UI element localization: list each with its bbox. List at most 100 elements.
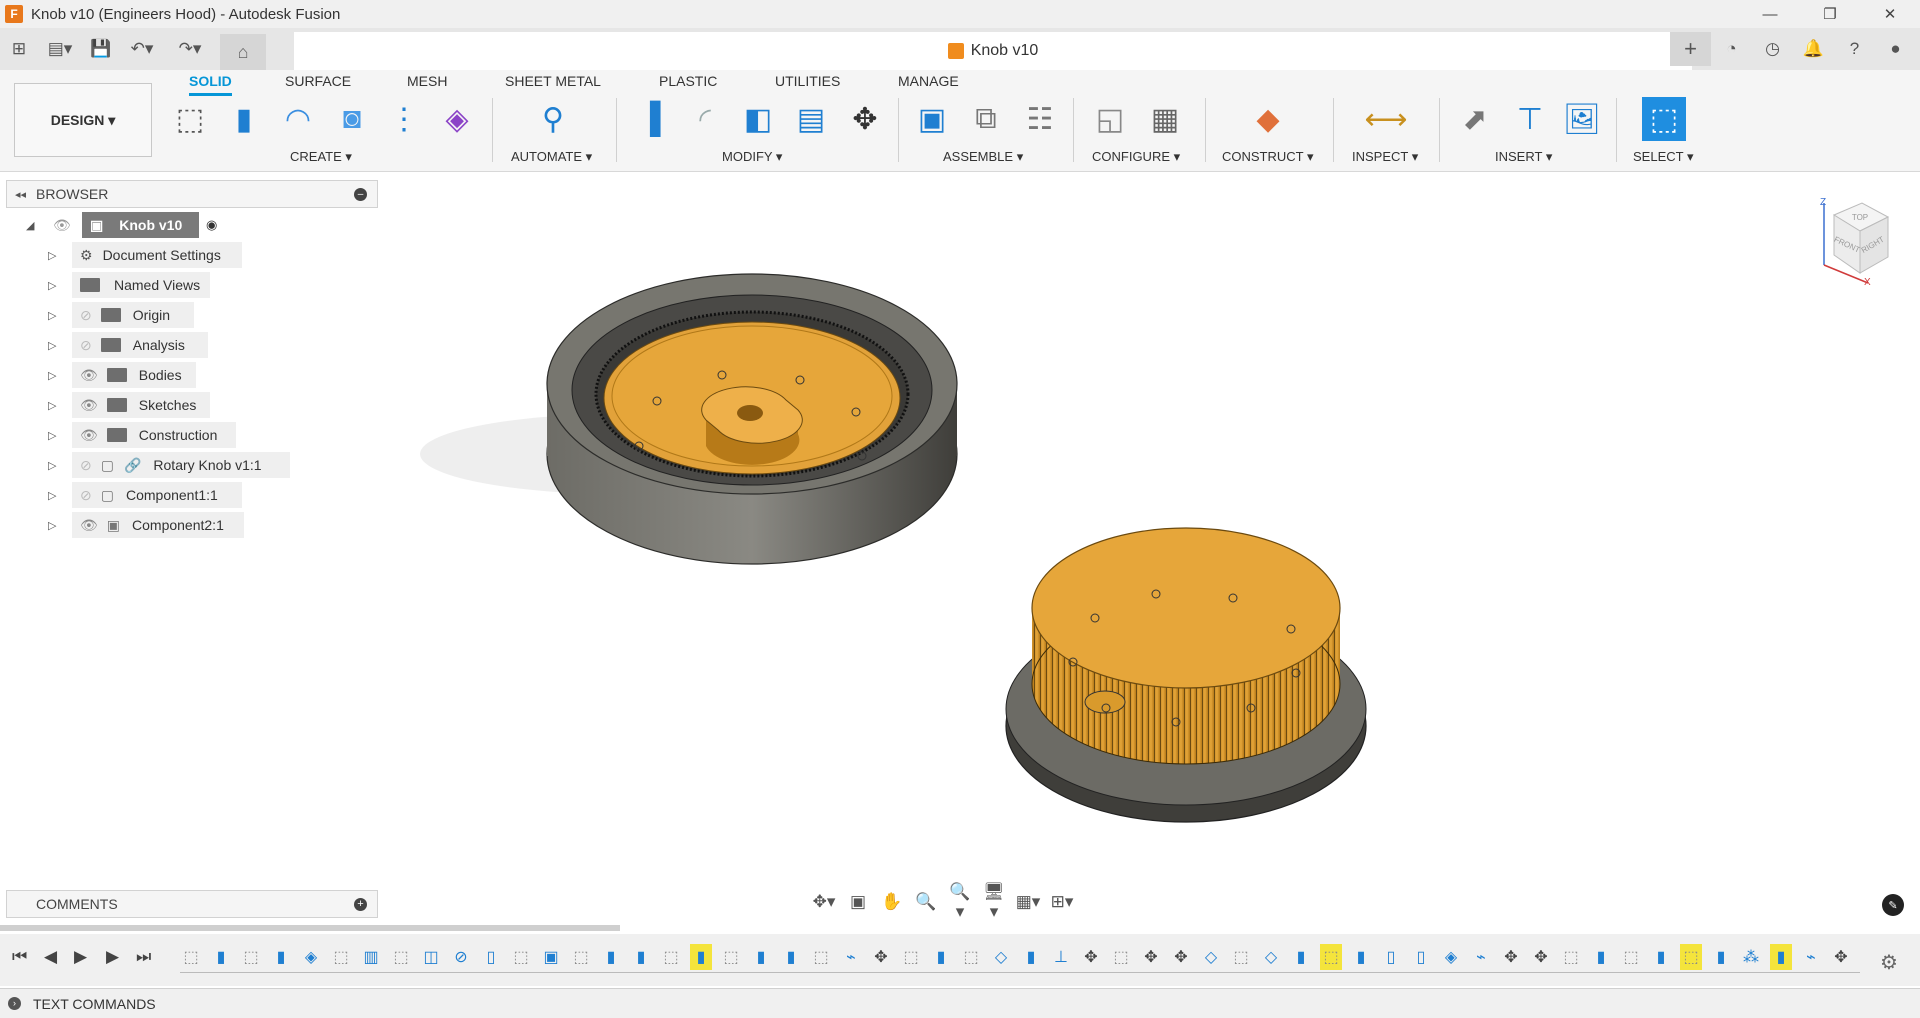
timeline-feature-icon[interactable]: ▮ [1710, 944, 1732, 970]
timeline-feature-icon[interactable]: ▮ [630, 944, 652, 970]
tab-plastic[interactable]: PLASTIC [659, 73, 717, 89]
tree-item-rotary-knob[interactable]: ▷ ⊘ ▢ 🔗 Rotary Knob v1:1 [48, 452, 298, 478]
timeline-feature-icon[interactable]: ✥ [1530, 944, 1552, 970]
timeline-feature-icon[interactable]: ⬚ [1110, 944, 1132, 970]
timeline-feature-icon[interactable]: ◇ [990, 944, 1012, 970]
timeline-feature-icon[interactable]: ▮ [270, 944, 292, 970]
measure-icon[interactable]: ⟷ [1365, 98, 1408, 140]
timeline-settings-icon[interactable]: ⚙ [1880, 950, 1898, 975]
expand-icon[interactable]: ▷ [48, 459, 56, 472]
timeline-feature-icon[interactable]: ▮ [210, 944, 232, 970]
document-tab[interactable]: Knob v10 ✕ [294, 32, 1692, 70]
orbit-icon[interactable]: ✥▾ [810, 892, 838, 912]
activate-radio-icon[interactable]: ◉ [206, 217, 217, 233]
hidden-eye-icon[interactable]: ⊘ [80, 337, 92, 354]
inspect-group[interactable]: INSPECT ▾ [1352, 149, 1418, 165]
timeline-feature-icon[interactable]: ◫ [420, 944, 442, 970]
configuration-table-icon[interactable]: ▦ [1145, 98, 1185, 140]
timeline-feature-icon[interactable]: ▥ [360, 944, 382, 970]
visibility-icon[interactable]: 👁 [80, 427, 98, 444]
visibility-icon[interactable]: 👁 [53, 217, 71, 234]
timeline-feature-icon[interactable]: ◈ [1440, 944, 1462, 970]
offset-plane-icon[interactable]: ◆ [1248, 98, 1288, 140]
timeline-feature-icon[interactable]: ◈ [300, 944, 322, 970]
timeline-feature-icon[interactable]: ◇ [1200, 944, 1222, 970]
home-icon[interactable]: ⌂ [220, 34, 266, 70]
tree-item-component2[interactable]: ▷ 👁 ▣ Component2:1 [48, 512, 248, 538]
create-sketch-icon[interactable]: ⬚ [170, 98, 210, 140]
redo-icon[interactable]: ↷▾ [168, 33, 212, 65]
timeline-feature-icon[interactable]: ⬚ [720, 944, 742, 970]
add-comment-icon[interactable]: + [354, 898, 367, 911]
extrude-icon[interactable]: ▮ [224, 98, 264, 140]
hole-icon[interactable]: ◙ [332, 98, 372, 140]
tree-item-bodies[interactable]: ▷ 👁 Bodies [48, 362, 218, 388]
file-menu-icon[interactable]: ▤▾ [38, 33, 82, 65]
comments-panel[interactable]: COMMENTS + [6, 890, 378, 918]
timeline-feature-icon[interactable]: ⬚ [390, 944, 412, 970]
timeline-feature-icon[interactable]: ▯ [1410, 944, 1432, 970]
expand-icon[interactable]: ▷ [48, 339, 56, 352]
new-tab-icon[interactable]: + [1670, 32, 1711, 66]
timeline-feature-icon[interactable]: ◇ [1260, 944, 1282, 970]
timeline-feature-icon[interactable]: ▮ [780, 944, 802, 970]
expand-icon[interactable]: ▷ [48, 399, 56, 412]
automate-icon[interactable]: ⚲ [533, 98, 573, 140]
timeline-feature-icon[interactable]: ▯ [480, 944, 502, 970]
zoom-window-icon[interactable]: 🔍▾ [946, 882, 974, 922]
hidden-eye-icon[interactable]: ⊘ [80, 487, 92, 504]
job-status-icon[interactable]: ◷ [1752, 32, 1793, 66]
workspace-switcher[interactable]: DESIGN ▾ [14, 83, 152, 157]
viewports-icon[interactable]: ⊞▾ [1048, 892, 1076, 912]
knob-body-model[interactable] [1005, 527, 1367, 823]
knob-housing-model[interactable] [420, 273, 958, 565]
insert-mcmaster-icon[interactable]: ⊤ [1510, 98, 1550, 140]
tab-manage[interactable]: MANAGE [898, 73, 959, 89]
hidden-eye-icon[interactable]: ⊘ [80, 457, 92, 474]
help-icon[interactable]: ? [1834, 32, 1875, 66]
bom-icon[interactable]: ☷ [1020, 98, 1060, 140]
maximize-button[interactable]: ❐ [1800, 0, 1860, 28]
insert-group[interactable]: INSERT ▾ [1495, 149, 1552, 165]
browser-minimize-icon[interactable]: – [354, 188, 367, 201]
fillet-icon[interactable]: ◜ [685, 98, 725, 140]
timeline-feature-icon[interactable]: ▮ [690, 944, 712, 970]
modify-group[interactable]: MODIFY ▾ [722, 149, 782, 165]
tab-solid[interactable]: SOLID [189, 73, 232, 96]
expand-icon[interactable]: ▷ [48, 249, 56, 262]
timeline-feature-icon[interactable]: ⬚ [180, 944, 202, 970]
timeline-feature-icon[interactable]: ⬚ [240, 944, 262, 970]
insert-derive-icon[interactable]: ⬈ [1455, 98, 1495, 140]
viewport-canvas[interactable] [380, 172, 1920, 884]
look-at-icon[interactable]: ▣ [844, 892, 872, 912]
browser-header[interactable]: ◂◂ BROWSER – [6, 180, 378, 208]
sweep-icon[interactable]: ◠ [278, 98, 318, 140]
text-commands-bar[interactable]: › TEXT COMMANDS [0, 988, 1920, 1018]
tree-item-component1[interactable]: ▷ ⊘ ▢ Component1:1 [48, 482, 248, 508]
go-to-end-icon[interactable]: ⏭ [136, 947, 151, 967]
automate-group[interactable]: AUTOMATE ▾ [511, 149, 592, 165]
timeline-scrollbar[interactable] [0, 925, 620, 931]
configure-icon[interactable]: ◱ [1090, 98, 1130, 140]
timeline-feature-icon[interactable]: ⌁ [840, 944, 862, 970]
visibility-icon[interactable]: 👁 [80, 397, 98, 414]
visibility-icon[interactable]: 👁 [80, 367, 98, 384]
timeline-feature-icon[interactable]: ▮ [1770, 944, 1792, 970]
timeline-feature-icon[interactable]: ⬚ [1230, 944, 1252, 970]
timeline-feature-icon[interactable]: ✥ [1500, 944, 1522, 970]
select-icon[interactable]: ⬚ [1642, 97, 1686, 141]
timeline-feature-icon[interactable]: ⊥ [1050, 944, 1072, 970]
press-pull-icon[interactable]: ▐ [630, 98, 670, 140]
collapse-browser-icon[interactable]: ◂◂ [15, 188, 26, 201]
play-icon[interactable]: ▶ [74, 947, 87, 967]
zoom-icon[interactable]: 🔍 [912, 892, 940, 912]
tree-item-analysis[interactable]: ▷ ⊘ Analysis [48, 332, 218, 358]
timeline-feature-icon[interactable]: ⌁ [1800, 944, 1822, 970]
timeline-feature-icon[interactable]: ⌁ [1470, 944, 1492, 970]
profile-icon[interactable]: ● [1875, 32, 1916, 66]
timeline-feature-icon[interactable]: ✥ [1170, 944, 1192, 970]
pattern-icon[interactable]: ⋮ [384, 98, 424, 140]
timeline-feature-icon[interactable]: ▣ [540, 944, 562, 970]
timeline-feature-icon[interactable]: ▮ [1020, 944, 1042, 970]
expand-icon[interactable]: ▷ [48, 519, 56, 532]
